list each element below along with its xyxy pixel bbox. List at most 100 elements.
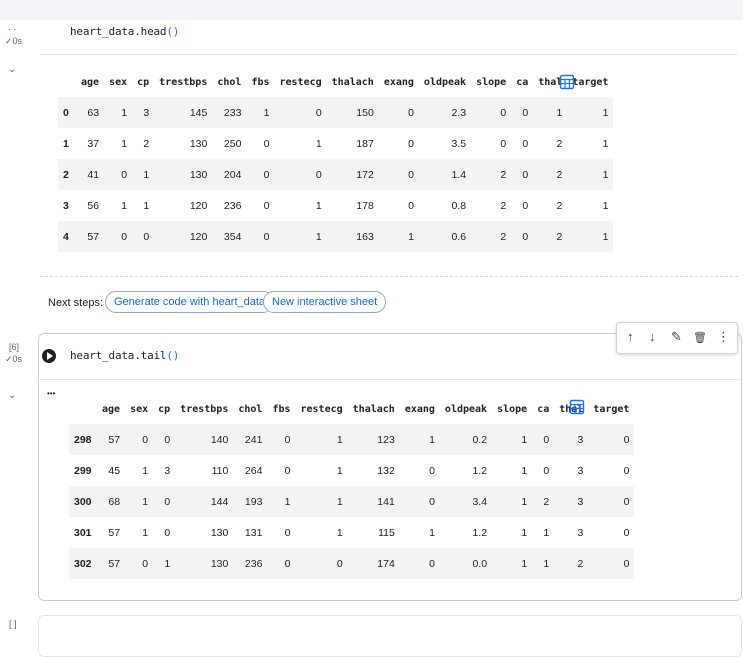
table-cell: 1 bbox=[143, 168, 150, 181]
cell3-exec-count: [ ] bbox=[9, 619, 17, 629]
table-cell: 120 bbox=[189, 230, 208, 243]
table-cell: 1 bbox=[602, 137, 609, 150]
table-cell: 0 bbox=[623, 526, 630, 539]
table-cell: 45 bbox=[108, 464, 121, 477]
move-up-icon[interactable]: ↑ bbox=[627, 329, 634, 344]
table-cell: 0 bbox=[522, 199, 529, 212]
table-cell: 1 bbox=[121, 137, 128, 150]
table-cell: 0 bbox=[263, 230, 270, 243]
column-header-slope: slope bbox=[497, 403, 528, 415]
more-options-icon[interactable]: ⋮ bbox=[717, 329, 730, 345]
table-cell: 0 bbox=[522, 168, 529, 181]
column-header-exang: exang bbox=[404, 403, 435, 415]
table-cell: 0 bbox=[284, 526, 291, 539]
table-cell: 1 bbox=[121, 106, 128, 119]
table-cell: 131 bbox=[244, 526, 263, 539]
index-header bbox=[69, 394, 97, 424]
table-cell: 1 bbox=[521, 557, 528, 570]
row-index: 1 bbox=[63, 137, 69, 150]
table-cell: 2 bbox=[556, 230, 563, 243]
magic-wand-icon[interactable]: ✎ bbox=[671, 329, 682, 345]
chevron-down-icon[interactable]: ⌄ bbox=[8, 64, 16, 75]
table-cell: 1 bbox=[429, 526, 435, 539]
column-header-sex: sex bbox=[130, 403, 149, 415]
table-icon[interactable] bbox=[559, 74, 575, 90]
run-cell-button[interactable] bbox=[42, 349, 56, 363]
table-cell: 354 bbox=[223, 230, 242, 243]
table-cell: 123 bbox=[377, 433, 395, 446]
table-cell: 1.4 bbox=[451, 168, 467, 181]
column-header-chol: chol bbox=[217, 76, 242, 88]
cell2-code-paren: () bbox=[166, 349, 180, 362]
table-cell: 1 bbox=[521, 495, 528, 508]
table-cell: 241 bbox=[244, 433, 263, 446]
cell-toolbar: ↑ ↓ ✎ 🗑 ⋮ bbox=[616, 322, 738, 354]
table-cell: 264 bbox=[244, 464, 263, 477]
table-cell: 1 bbox=[543, 557, 550, 570]
column-header-ca: ca bbox=[537, 403, 550, 415]
index-header bbox=[58, 67, 76, 97]
table-cell: 130 bbox=[210, 557, 229, 570]
generate-code-chip[interactable]: Generate code with heart_data bbox=[105, 291, 275, 313]
column-header-target: target bbox=[593, 403, 630, 415]
table-cell: 0.2 bbox=[472, 433, 488, 446]
cell3-frame[interactable] bbox=[38, 615, 742, 657]
cell2-code[interactable]: heart_data.tail() bbox=[70, 349, 179, 362]
column-header-fbs: fbs bbox=[251, 76, 270, 88]
next-steps-label: Next steps: bbox=[48, 297, 104, 309]
table-cell: 0 bbox=[263, 168, 270, 181]
table-cell: 250 bbox=[223, 137, 242, 150]
table-cell: 2 bbox=[543, 495, 550, 508]
column-header-chol: chol bbox=[238, 403, 263, 415]
table-cell: 1 bbox=[336, 526, 343, 539]
table-cell: 41 bbox=[87, 168, 100, 181]
column-header-age: age bbox=[81, 76, 100, 88]
table-cell: 37 bbox=[87, 137, 100, 150]
table-cell: 0 bbox=[263, 137, 270, 150]
table-header-row: age sex cp trestbps chol fbs restecg thalach exa… bbox=[69, 394, 634, 424]
table-cell: 0 bbox=[408, 137, 414, 150]
table-cell: 0 bbox=[143, 230, 150, 243]
table-cell: 1 bbox=[336, 464, 343, 477]
table-cell: 0 bbox=[522, 230, 529, 243]
cell1-exec-dots: · · bbox=[8, 24, 17, 34]
check-icon: ✓ bbox=[5, 354, 13, 364]
table-cell: 1.2 bbox=[472, 464, 488, 477]
row-index: 298 bbox=[74, 433, 92, 446]
table-cell: 236 bbox=[244, 557, 263, 570]
row-index: 0 bbox=[63, 106, 69, 119]
table-cell: 130 bbox=[189, 168, 208, 181]
chevron-down-icon[interactable]: ⌄ bbox=[8, 390, 16, 401]
table-cell: 1 bbox=[315, 230, 322, 243]
table-cell: 233 bbox=[223, 106, 242, 119]
table-icon[interactable] bbox=[569, 399, 585, 415]
table-cell: 0 bbox=[408, 168, 414, 181]
table-row: 301 57 1 0 130 131 0 1 115 1 1.2 1 1 3 0 bbox=[69, 517, 634, 548]
table-cell: 0 bbox=[500, 137, 507, 150]
table-cell: 1 bbox=[429, 433, 435, 446]
table-cell: 132 bbox=[377, 464, 395, 477]
output-ellipsis[interactable]: ••• bbox=[47, 389, 55, 398]
column-header-fbs: fbs bbox=[272, 403, 291, 415]
column-header-exang: exang bbox=[383, 76, 414, 88]
column-header-oldpeak: oldpeak bbox=[444, 403, 488, 415]
new-interactive-sheet-chip[interactable]: New interactive sheet bbox=[263, 291, 387, 313]
table-cell: 236 bbox=[223, 199, 242, 212]
table-cell: 1 bbox=[263, 106, 270, 119]
column-header-cp: cp bbox=[158, 403, 171, 415]
move-down-icon[interactable]: ↓ bbox=[649, 329, 656, 344]
table-cell: 0.0 bbox=[472, 557, 488, 570]
cell2-exec-status: ✓0s bbox=[5, 354, 22, 365]
table-cell: 0 bbox=[284, 464, 291, 477]
cell2-code-text: heart_data.tail bbox=[70, 349, 167, 362]
table-cell: 0 bbox=[142, 433, 149, 446]
cell1-code[interactable]: heart_data.head() bbox=[70, 25, 179, 38]
delete-icon[interactable]: 🗑 bbox=[693, 331, 707, 344]
table-cell: 3.4 bbox=[472, 495, 488, 508]
row-index: 2 bbox=[63, 168, 69, 181]
table-cell: 1 bbox=[284, 495, 291, 508]
table-cell: 163 bbox=[356, 230, 374, 243]
table-cell: 1 bbox=[543, 526, 550, 539]
table-cell: 3 bbox=[577, 433, 584, 446]
cell1-exec-status: ✓0s bbox=[5, 36, 22, 47]
